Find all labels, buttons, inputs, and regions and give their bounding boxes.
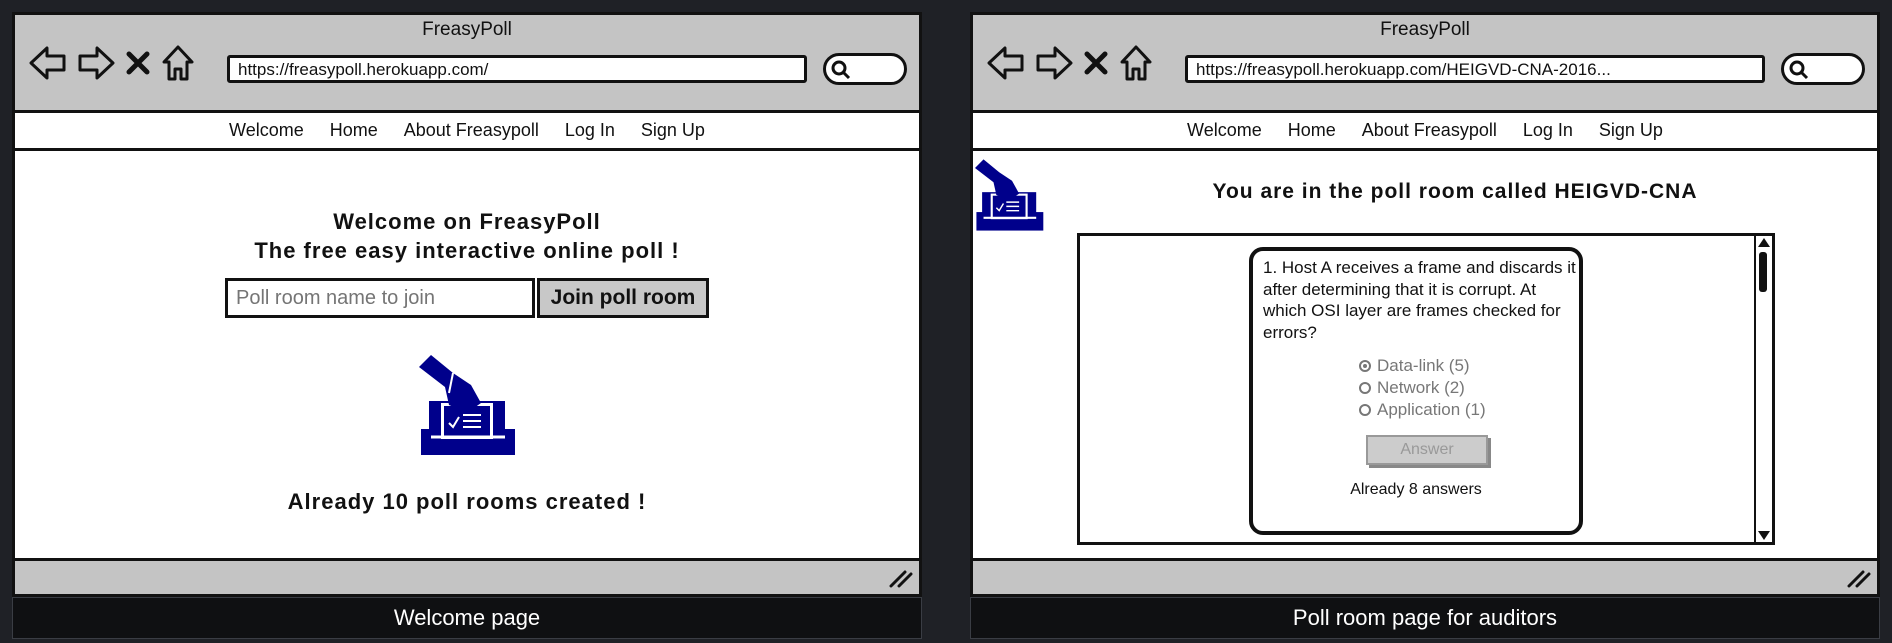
- url-bar[interactable]: https://freasypoll.herokuapp.com/: [227, 55, 807, 83]
- ballot-box-icon: [419, 355, 515, 455]
- radio-selected-icon[interactable]: [1359, 360, 1371, 372]
- join-form: Join poll room: [225, 278, 709, 318]
- radio-icon[interactable]: [1359, 382, 1371, 394]
- radio-icon[interactable]: [1359, 404, 1371, 416]
- resize-grip-icon[interactable]: [1845, 566, 1871, 590]
- url-bar[interactable]: https://freasypoll.herokuapp.com/HEIGVD-…: [1185, 55, 1765, 83]
- browser-titlebar: FreasyPoll https://freasypoll.herokuapp.…: [973, 15, 1877, 113]
- browser-titlebar: FreasyPoll https://freasypoll.herokuapp.…: [15, 15, 919, 113]
- welcome-line-2: The free easy interactive online poll !: [254, 238, 680, 263]
- option-label: Network (2): [1377, 378, 1465, 397]
- menu-item-about[interactable]: About Freasypoll: [1362, 120, 1497, 141]
- panel-caption: Welcome page: [12, 597, 922, 639]
- option-data-link[interactable]: Data-link (5): [1359, 355, 1569, 377]
- nav-menu: Welcome Home About Freasypoll Log In Sig…: [15, 113, 919, 151]
- menu-item-signup[interactable]: Sign Up: [1599, 120, 1663, 141]
- panel-caption: Poll room page for auditors: [970, 597, 1880, 639]
- search-icon: [1789, 60, 1809, 80]
- browser-window: FreasyPoll https://freasypoll.herokuapp.…: [12, 12, 922, 597]
- nav-buttons: [987, 43, 1153, 83]
- join-poll-room-button[interactable]: Join poll room: [537, 278, 709, 318]
- resize-grip-icon[interactable]: [887, 566, 913, 590]
- vertical-scrollbar[interactable]: [1754, 236, 1772, 542]
- question-card: 1. Host A receives a frame and discards …: [1249, 247, 1583, 535]
- menu-item-login[interactable]: Log In: [565, 120, 615, 141]
- close-icon[interactable]: [125, 48, 151, 78]
- welcome-line-1: Welcome on FreasyPoll: [333, 209, 601, 234]
- menu-item-welcome[interactable]: Welcome: [1187, 120, 1262, 141]
- menu-item-home[interactable]: Home: [330, 120, 378, 141]
- back-arrow-icon[interactable]: [29, 45, 67, 81]
- browser-statusbar: [973, 558, 1877, 594]
- scroll-up-icon[interactable]: [1758, 238, 1770, 247]
- poll-room-input[interactable]: [225, 278, 535, 318]
- forward-arrow-icon[interactable]: [77, 45, 115, 81]
- poll-room-panel: FreasyPoll https://freasypoll.herokuapp.…: [958, 0, 1888, 643]
- scrollbar-thumb[interactable]: [1759, 252, 1767, 292]
- home-icon[interactable]: [1119, 44, 1153, 82]
- nav-menu: Welcome Home About Freasypoll Log In Sig…: [973, 113, 1877, 151]
- option-label: Data-link (5): [1377, 356, 1470, 375]
- menu-item-about[interactable]: About Freasypoll: [404, 120, 539, 141]
- scroll-down-icon[interactable]: [1758, 531, 1770, 540]
- search-icon: [831, 60, 851, 80]
- close-icon[interactable]: [1083, 48, 1109, 78]
- room-title: You are in the poll room called HEIGVD-C…: [1212, 180, 1698, 203]
- menu-item-signup[interactable]: Sign Up: [641, 120, 705, 141]
- browser-window: FreasyPoll https://freasypoll.herokuapp.…: [970, 12, 1880, 597]
- option-label: Application (1): [1377, 400, 1486, 419]
- search-box[interactable]: [1781, 53, 1865, 85]
- welcome-heading: Welcome on FreasyPoll The free easy inte…: [15, 207, 919, 265]
- option-network[interactable]: Network (2): [1359, 377, 1569, 399]
- window-title: FreasyPoll: [422, 19, 512, 40]
- rooms-created-text: Already 10 poll rooms created !: [287, 489, 647, 514]
- answer-button[interactable]: Answer: [1366, 435, 1488, 465]
- menu-item-welcome[interactable]: Welcome: [229, 120, 304, 141]
- forward-arrow-icon[interactable]: [1035, 45, 1073, 81]
- question-text: 1. Host A receives a frame and discards …: [1263, 258, 1576, 342]
- welcome-page-panel: FreasyPoll https://freasypoll.herokuapp.…: [0, 0, 930, 643]
- nav-buttons: [29, 43, 195, 83]
- search-box[interactable]: [823, 53, 907, 85]
- back-arrow-icon[interactable]: [987, 45, 1025, 81]
- menu-item-home[interactable]: Home: [1288, 120, 1336, 141]
- window-title: FreasyPoll: [1380, 19, 1470, 40]
- answers-count: Already 8 answers: [1350, 481, 1482, 498]
- home-icon[interactable]: [161, 44, 195, 82]
- browser-statusbar: [15, 558, 919, 594]
- menu-item-login[interactable]: Log In: [1523, 120, 1573, 141]
- option-application[interactable]: Application (1): [1359, 399, 1569, 421]
- answer-options: Data-link (5) Network (2) Application (1…: [1359, 355, 1569, 421]
